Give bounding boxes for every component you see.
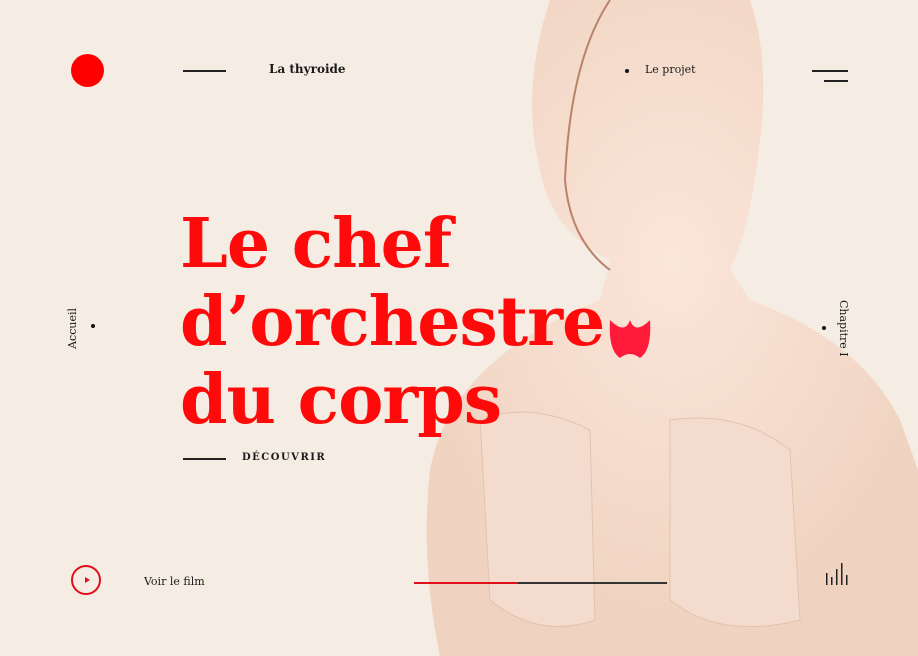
side-label-chapter[interactable]: Chapitre I <box>837 300 850 357</box>
title-line: d’orchestre <box>180 282 605 362</box>
sound-icon[interactable] <box>826 563 848 585</box>
nav-dot <box>625 69 629 73</box>
logo[interactable] <box>71 54 104 87</box>
brand-title[interactable]: La thyroide <box>269 62 346 76</box>
play-button[interactable] <box>71 565 101 595</box>
video-progress-bar[interactable] <box>414 582 667 584</box>
hero-title: Le chef d’orchestre du corps <box>180 204 605 440</box>
watch-film-label[interactable]: Voir le film <box>144 575 205 588</box>
side-dot <box>91 324 95 328</box>
progress-fill <box>414 582 518 584</box>
nav-link-project[interactable]: Le projet <box>645 63 696 76</box>
discover-button[interactable]: DÉCOUVRIR <box>242 452 326 463</box>
side-label-home[interactable]: Accueil <box>66 308 79 349</box>
cta-line <box>183 458 226 460</box>
menu-icon[interactable] <box>812 68 848 84</box>
divider <box>183 70 226 72</box>
title-line: du corps <box>180 360 502 440</box>
title-line: Le chef <box>180 204 452 284</box>
side-dot <box>822 326 826 330</box>
